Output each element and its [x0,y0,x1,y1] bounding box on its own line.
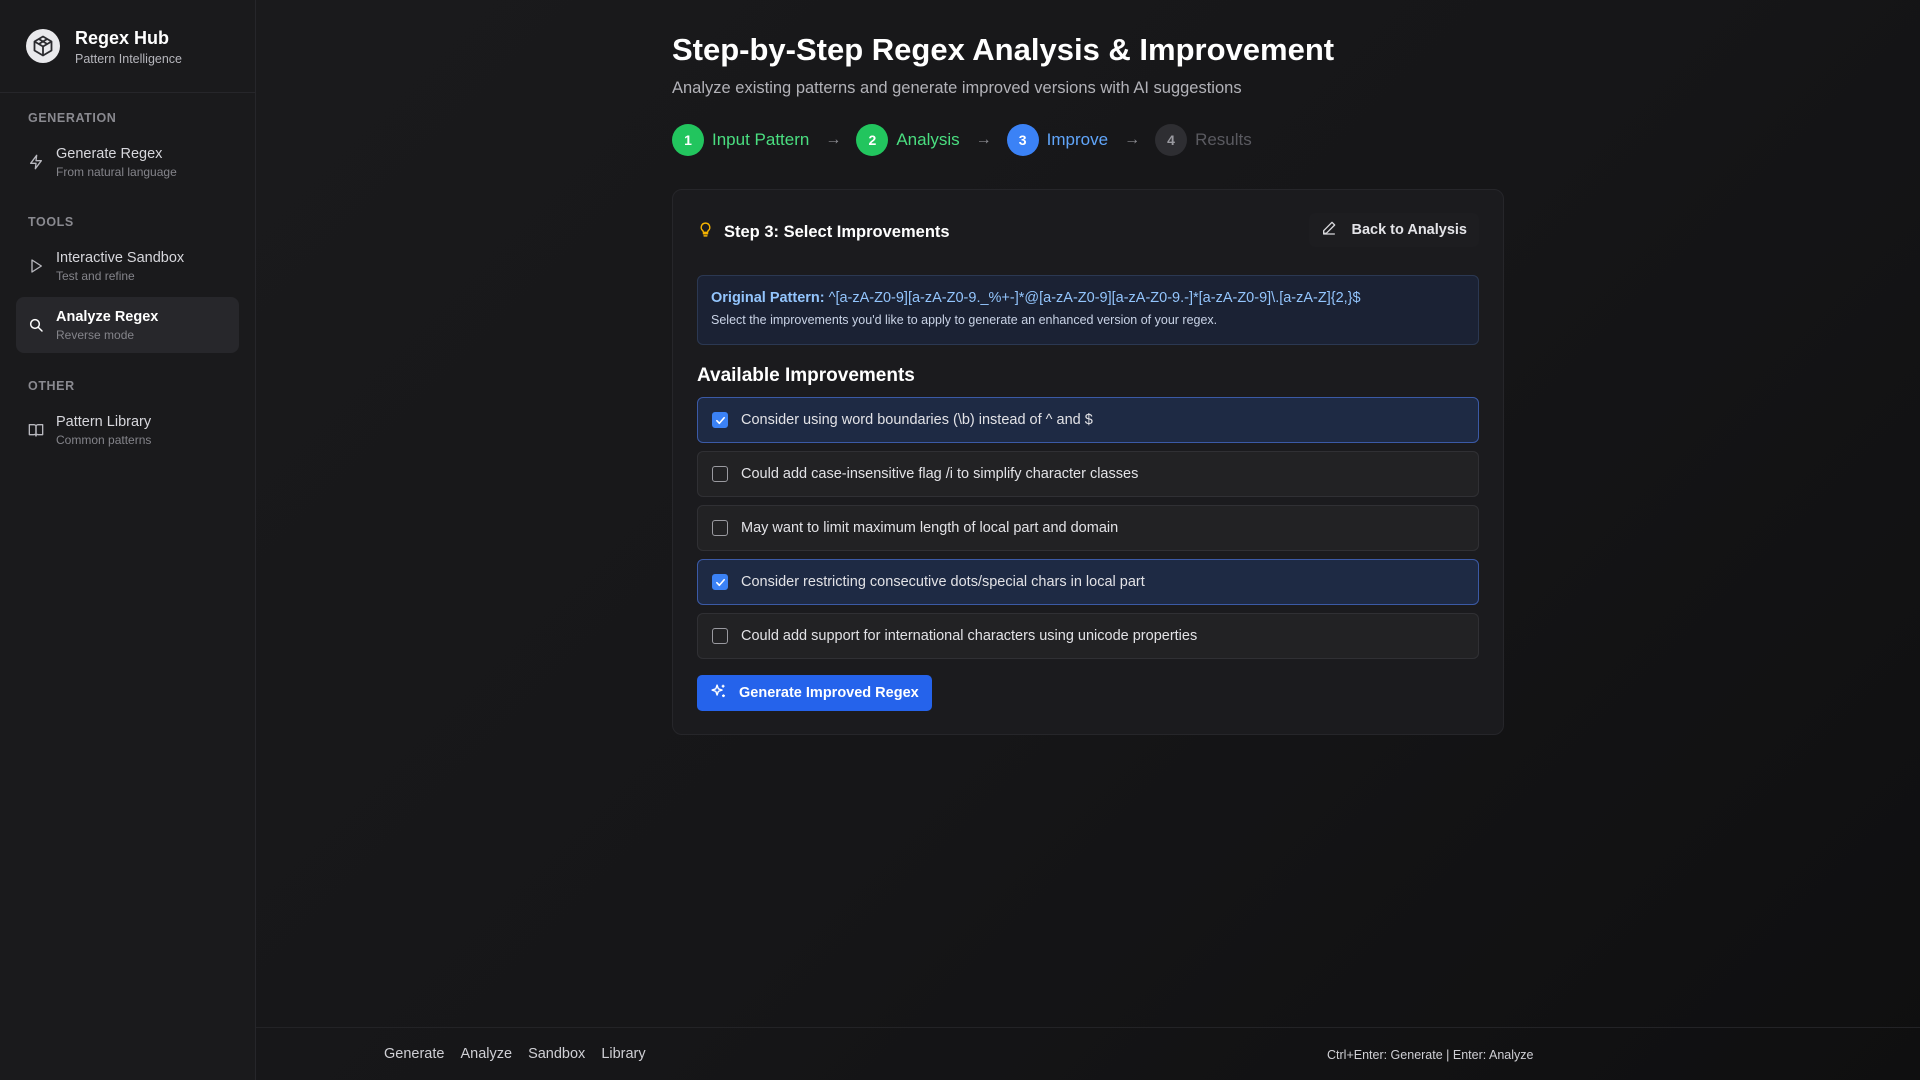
step-number: 4 [1155,124,1188,156]
improvement-option[interactable]: May want to limit maximum length of loca… [697,505,1479,551]
sidebar-item-title: Analyze Regex [56,309,159,325]
improvement-option[interactable]: Could add support for international char… [697,613,1479,659]
brand-header: Regex Hub Pattern Intelligence [0,0,255,93]
page-subtitle: Analyze existing patterns and generate i… [672,79,1242,97]
step-number: 3 [1006,124,1039,156]
generate-button-label: Generate Improved Regex [739,685,919,701]
arrow-right-icon: → [1124,131,1141,148]
sidebar-item-subtitle: From natural language [56,165,177,179]
page-title: Step-by-Step Regex Analysis & Improvemen… [672,32,1335,67]
card-header: Step 3: Select Improvements [697,220,950,244]
sidebar-item-pattern-library[interactable]: Pattern Library Common patterns [16,402,239,458]
sidebar-item-analyze-regex[interactable]: Analyze Regex Reverse mode [16,297,239,353]
arrow-right-icon: → [975,131,992,148]
improvements-card: Step 3: Select Improvements Back to Anal… [672,189,1504,735]
step-input-pattern[interactable]: 1 Input Pattern [672,124,809,156]
step-improve[interactable]: 3 Improve [1006,124,1109,156]
pattern-hint: Select the improvements you'd like to ap… [711,313,1218,327]
footer-links: Generate Analyze Sandbox Library [384,1046,662,1062]
section-label-other: OTHER [28,379,75,393]
back-button-label: Back to Analysis [1351,222,1467,238]
improvement-label: Consider using word boundaries (\b) inst… [741,412,1093,428]
sidebar-item-interactive-sandbox[interactable]: Interactive Sandbox Test and refine [16,238,239,294]
play-icon [16,258,56,274]
sidebar-item-title: Generate Regex [56,146,163,162]
stepper: 1 Input Pattern → 2 Analysis → 3 Improve… [672,124,1252,156]
arrow-right-icon: → [825,131,842,148]
step-label: Improve [1046,130,1109,149]
sparkles-icon [710,683,739,704]
step-number: 2 [856,124,889,156]
original-pattern-label: Original Pattern: [711,290,825,306]
lightning-icon [16,154,56,170]
improvement-option[interactable]: Consider using word boundaries (\b) inst… [697,397,1479,443]
improvement-option[interactable]: Consider restricting consecutive dots/sp… [697,559,1479,605]
step-label: Analysis [896,130,960,149]
back-to-analysis-button[interactable]: Back to Analysis [1309,213,1479,247]
footer-link-generate[interactable]: Generate [384,1046,444,1062]
pencil-icon [1321,220,1351,240]
checkbox[interactable] [712,520,728,536]
sidebar-item-title: Interactive Sandbox [56,250,185,266]
card-title: Step 3: Select Improvements [724,222,950,241]
sidebar-item-subtitle: Test and refine [56,269,135,283]
footer: Generate Analyze Sandbox Library Ctrl+En… [256,1027,1920,1080]
generate-improved-regex-button[interactable]: Generate Improved Regex [697,675,932,711]
brand-subtitle: Pattern Intelligence [75,51,183,66]
improvement-label: Consider restricting consecutive dots/sp… [741,574,1145,590]
sidebar: Regex Hub Pattern Intelligence GENERATIO… [0,0,256,1080]
section-label-generation: GENERATION [28,111,117,125]
checkbox[interactable] [712,574,728,590]
logo-icon [26,29,60,63]
sidebar-item-subtitle: Common patterns [56,433,152,447]
checkbox[interactable] [712,412,728,428]
original-pattern-box: Original Pattern: ^[a-zA-Z0-9][a-zA-Z0-9… [697,275,1479,345]
step-results: 4 Results [1155,124,1252,156]
section-label-tools: TOOLS [28,215,74,229]
lightbulb-icon [697,220,714,244]
step-analysis[interactable]: 2 Analysis [856,124,960,156]
footer-link-analyze[interactable]: Analyze [460,1046,512,1062]
improvement-label: Could add support for international char… [741,628,1198,644]
sidebar-item-title: Pattern Library [56,414,152,430]
step-label: Input Pattern [712,130,810,149]
brand-title: Regex Hub [75,27,170,48]
original-pattern-value: ^[a-zA-Z0-9][a-zA-Z0-9._%+-]*@[a-zA-Z0-9… [828,290,1361,306]
footer-link-library[interactable]: Library [601,1046,645,1062]
step-number: 1 [672,124,704,156]
keyboard-shortcuts-hint: Ctrl+Enter: Generate | Enter: Analyze [1327,1048,1534,1062]
improvement-option[interactable]: Could add case-insensitive flag /i to si… [697,451,1479,497]
improvement-label: Could add case-insensitive flag /i to si… [741,466,1139,482]
checkbox[interactable] [712,466,728,482]
footer-link-sandbox[interactable]: Sandbox [528,1046,585,1062]
sidebar-item-subtitle: Reverse mode [56,328,135,342]
step-label: Results [1195,130,1252,149]
improvement-label: May want to limit maximum length of loca… [741,520,1119,536]
book-icon [16,422,56,438]
sidebar-item-generate-regex[interactable]: Generate Regex From natural language [16,134,239,190]
checkbox[interactable] [712,628,728,644]
available-improvements-heading: Available Improvements [697,365,915,386]
search-icon [16,317,56,333]
